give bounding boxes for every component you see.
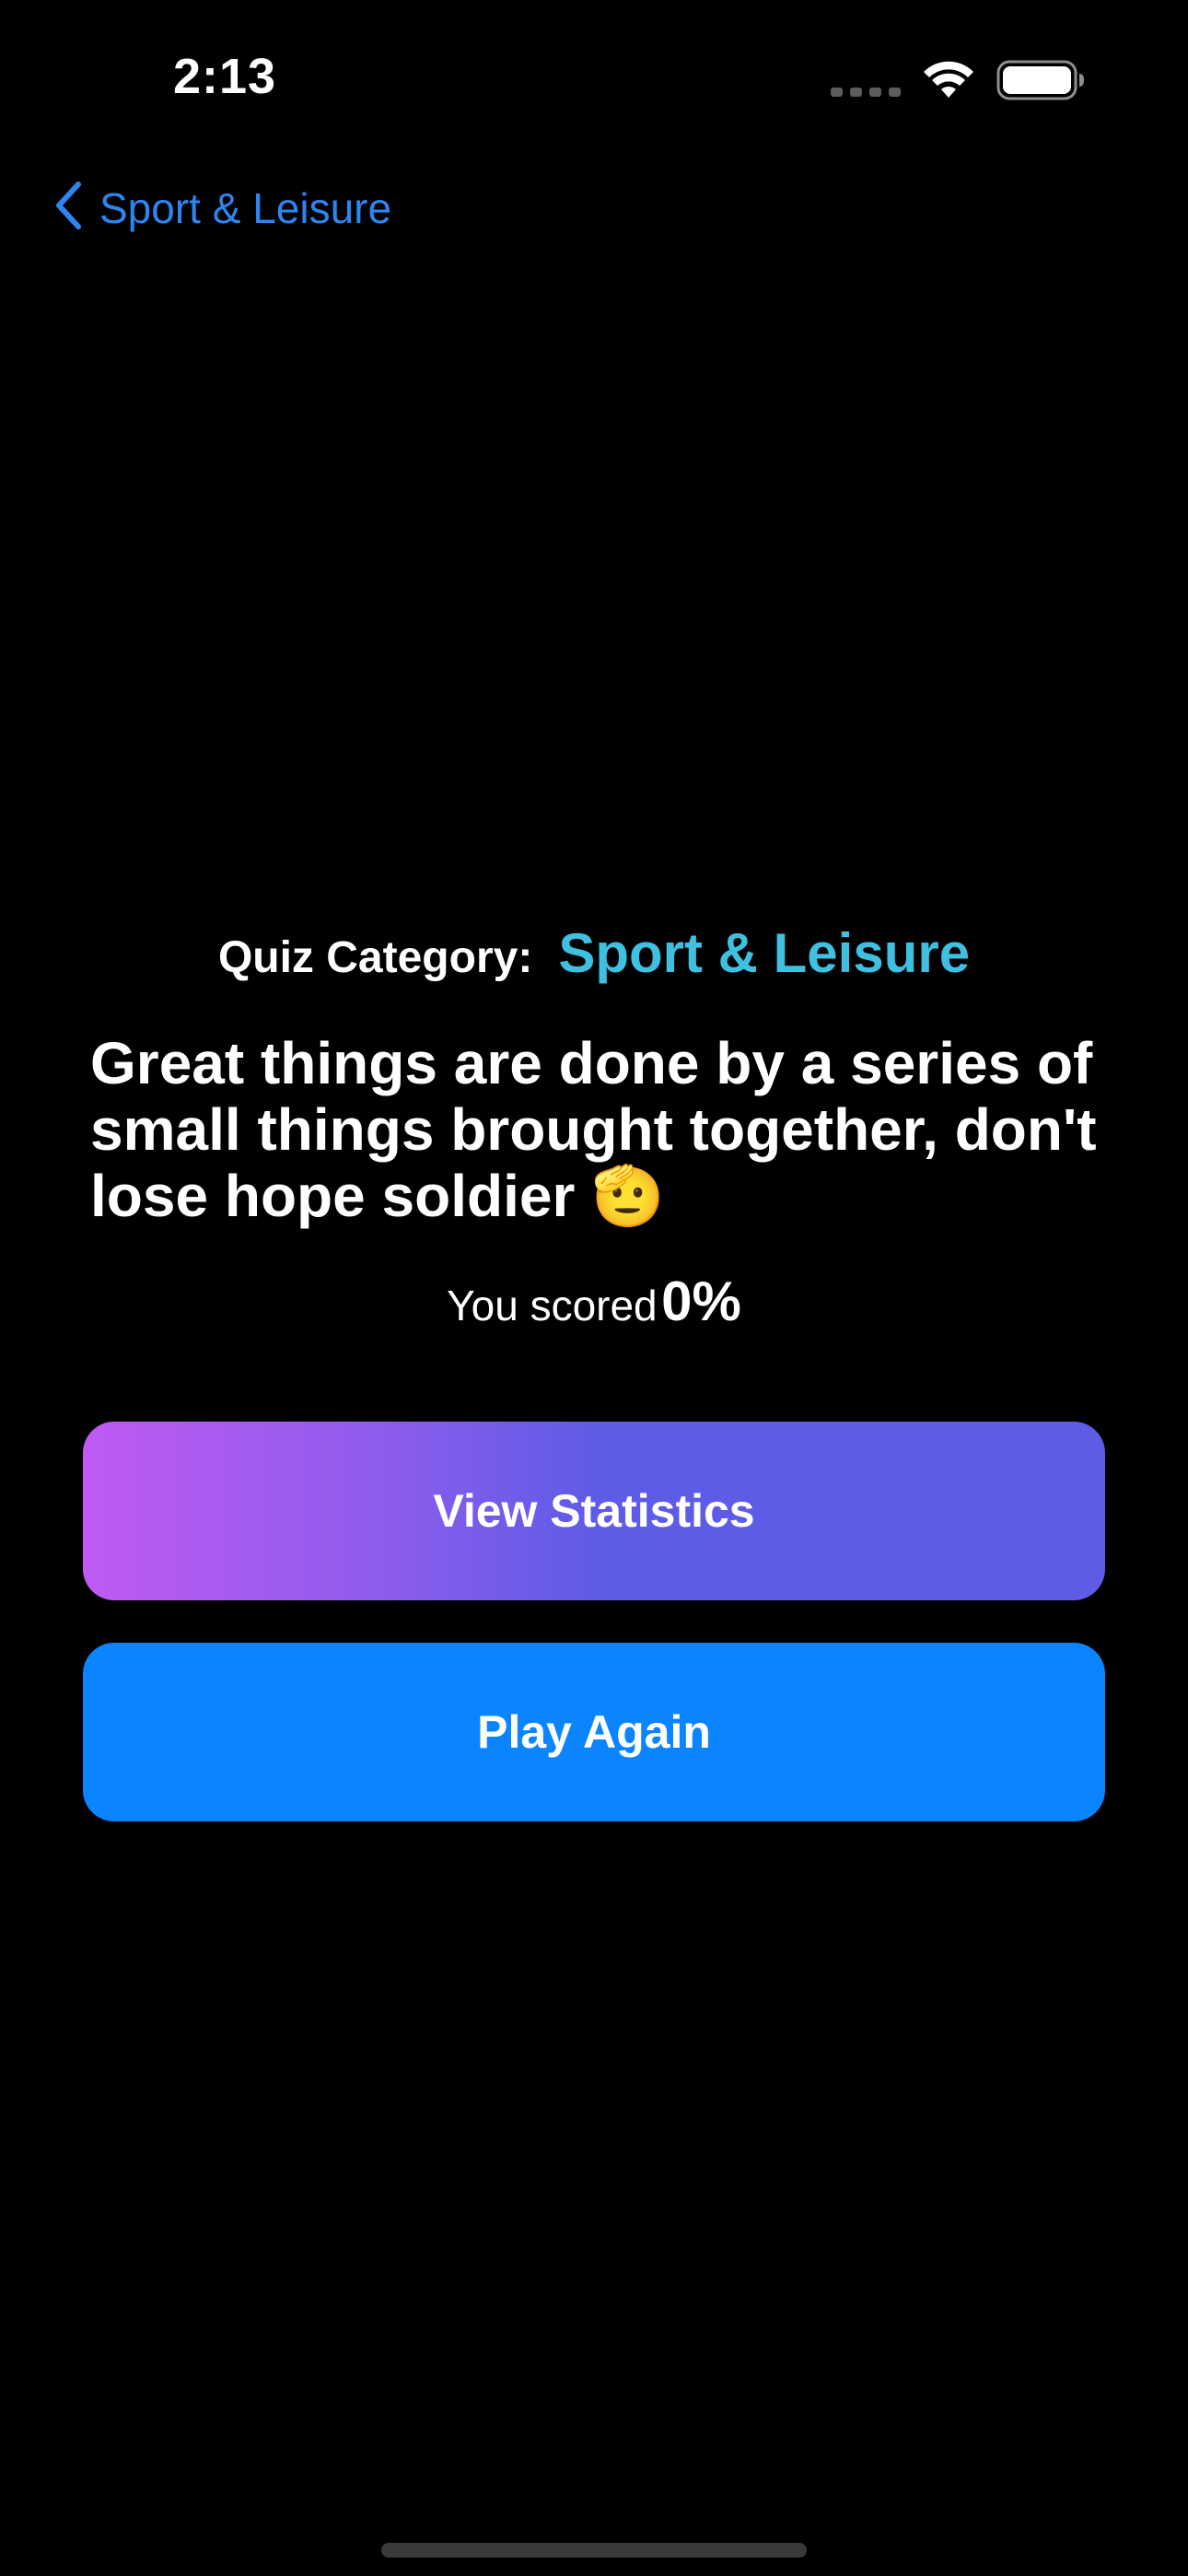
chevron-left-icon xyxy=(53,181,83,235)
status-icons xyxy=(831,57,1085,103)
cellular-icon xyxy=(831,60,901,100)
status-time: 2:13 xyxy=(173,49,277,104)
view-statistics-label: View Statistics xyxy=(433,1485,755,1537)
score-value: 0% xyxy=(661,1270,741,1332)
view-statistics-button[interactable]: View Statistics xyxy=(83,1422,1105,1600)
score-label: You scored xyxy=(447,1282,658,1329)
quiz-category: Quiz Category: Sport & Leisure xyxy=(0,921,1188,985)
result-message: Great things are done by a series of sma… xyxy=(90,1030,1097,1229)
category-value: Sport & Leisure xyxy=(558,922,971,984)
category-label: Quiz Category: xyxy=(217,933,533,982)
battery-icon xyxy=(996,60,1085,100)
back-button[interactable]: Sport & Leisure xyxy=(53,181,391,235)
score: You scored 0% xyxy=(0,1270,1188,1333)
wifi-icon xyxy=(923,61,974,100)
back-button-label: Sport & Leisure xyxy=(99,183,392,232)
play-again-label: Play Again xyxy=(477,1706,711,1758)
home-indicator[interactable] xyxy=(381,2543,807,2558)
play-again-button[interactable]: Play Again xyxy=(83,1643,1105,1821)
